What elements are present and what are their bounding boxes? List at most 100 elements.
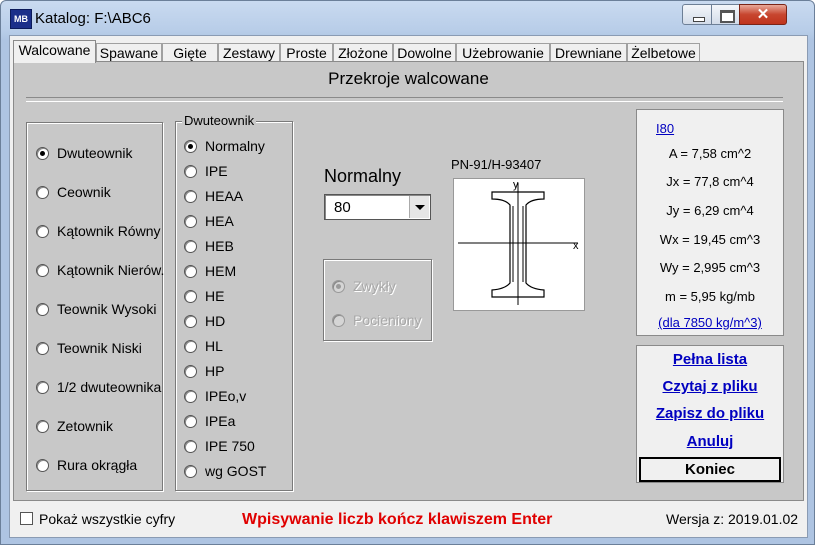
read-file-link[interactable]: Czytaj z pliku [637, 378, 783, 395]
section-type-label: Rura okrągła [57, 457, 138, 473]
radio-button[interactable] [36, 263, 49, 277]
dwuteownik-option[interactable]: HEAA [184, 188, 243, 204]
app-window: MB Katalog: F:\ABC6 ✕ Walcowane Spawane … [0, 0, 815, 545]
tab-giete[interactable]: Gięte [162, 43, 218, 62]
radio-button[interactable] [184, 239, 197, 253]
tab-proste[interactable]: Proste [280, 43, 333, 62]
dwuteownik-label: Normalny [205, 138, 265, 154]
radio-button[interactable] [184, 439, 197, 453]
radio-button[interactable] [36, 419, 49, 433]
show-all-digits-label[interactable]: Pokaż wszystkie cyfry [39, 511, 175, 527]
variant-option: Pocieniony [332, 312, 422, 328]
dwuteownik-option[interactable]: HE [184, 288, 224, 304]
tab-zestawy[interactable]: Zestawy [218, 43, 280, 62]
cancel-link[interactable]: Anuluj [637, 433, 783, 450]
section-type-label: Kątownik Równy [57, 223, 161, 239]
dwuteownik-label: IPE [205, 163, 228, 179]
full-list-link[interactable]: Pełna lista [637, 351, 783, 368]
tab-uzebrowanie[interactable]: Użebrowanie [456, 43, 550, 62]
section-type-label: 1/2 dwuteownika [57, 379, 162, 395]
tab-drewniane[interactable]: Drewniane [550, 43, 627, 62]
prop-jy: Jy = 6,29 cm^4 [666, 203, 754, 218]
dwuteownik-option[interactable]: HD [184, 313, 225, 329]
radio-button[interactable] [184, 189, 197, 203]
minimize-button[interactable] [682, 4, 712, 25]
prop-area: A = 7,58 cm^2 [668, 146, 752, 161]
dwuteownik-label: IPE 750 [205, 438, 255, 454]
section-type-label: Kątownik Nierów. [57, 262, 165, 278]
dwuteownik-option[interactable]: HEB [184, 238, 234, 254]
dwuteownik-label: HP [205, 363, 225, 379]
section-type-label: Teownik Niski [57, 340, 142, 356]
panel-title: Przekroje walcowane [328, 69, 489, 88]
dwuteownik-group-label: Dwuteownik [182, 113, 257, 128]
dwuteownik-option[interactable]: IPE [184, 163, 228, 179]
close-button[interactable]: ✕ [739, 4, 787, 25]
maximize-button[interactable] [711, 4, 740, 25]
radio-button[interactable] [36, 185, 49, 199]
dwuteownik-label: HEM [205, 263, 237, 279]
section-type-label: Teownik Wysoki [57, 301, 157, 317]
dwuteownik-option[interactable]: Normalny [184, 138, 265, 154]
diagram-y-label: y [513, 179, 519, 191]
section-type-option[interactable]: Dwuteownik [36, 145, 132, 161]
section-type-option[interactable]: Rura okrągła [36, 457, 137, 473]
density-link[interactable]: (dla 7850 kg/m^3) [637, 315, 783, 330]
tab-zelbetowe[interactable]: Żelbetowe [627, 43, 700, 62]
title-bar[interactable]: MB Katalog: F:\ABC6 ✕ [1, 1, 816, 35]
dwuteownik-label: HL [205, 338, 223, 354]
dwuteownik-option[interactable]: IPEa [184, 413, 235, 429]
section-type-option[interactable]: 1/2 dwuteownika [36, 379, 161, 395]
radio-button[interactable] [184, 389, 197, 403]
tab-spawane[interactable]: Spawane [96, 43, 162, 62]
section-type-option[interactable]: Ceownik [36, 184, 111, 200]
dwuteownik-label: HEAA [205, 188, 244, 204]
radio-button[interactable] [184, 289, 197, 303]
section-type-label: Zetownik [57, 418, 114, 434]
radio-button[interactable] [36, 224, 49, 238]
radio-button[interactable] [36, 341, 49, 355]
radio-button[interactable] [184, 364, 197, 378]
i-beam-icon: y x [458, 179, 579, 305]
radio-button[interactable] [184, 264, 197, 278]
chevron-down-icon[interactable] [409, 196, 429, 218]
show-all-digits-checkbox[interactable] [20, 512, 33, 525]
section-type-label: Ceownik [57, 184, 111, 200]
tab-dowolne[interactable]: Dowolne [393, 43, 456, 62]
size-select[interactable]: 80 [324, 194, 431, 220]
dwuteownik-option[interactable]: IPEo,v [184, 388, 246, 404]
radio-button[interactable] [36, 458, 49, 472]
dwuteownik-option[interactable]: HEA [184, 213, 234, 229]
dwuteownik-option[interactable]: HEM [184, 263, 236, 279]
radio-button[interactable] [184, 164, 197, 178]
radio-button[interactable] [184, 339, 197, 353]
radio-button[interactable] [184, 314, 197, 328]
standard-label: PN-91/H-93407 [451, 157, 542, 172]
section-name-link[interactable]: I80 [656, 121, 674, 136]
section-type-option[interactable]: Kątownik Nierów. [36, 262, 164, 278]
section-type-option[interactable]: Teownik Wysoki [36, 301, 156, 317]
radio-button[interactable] [36, 380, 49, 394]
radio-button[interactable] [184, 464, 197, 478]
prop-wy: Wy = 2,995 cm^3 [659, 260, 761, 275]
radio-button[interactable] [36, 302, 49, 316]
tab-zlozone[interactable]: Złożone [333, 43, 393, 62]
variant-option: Zwykły [332, 278, 396, 294]
dwuteownik-option[interactable]: HL [184, 338, 223, 354]
section-type-option[interactable]: Kątownik Równy [36, 223, 161, 239]
dwuteownik-option[interactable]: IPE 750 [184, 438, 255, 454]
end-button[interactable]: Koniec [639, 457, 781, 482]
radio-button [332, 313, 345, 327]
radio-button[interactable] [184, 214, 197, 228]
section-diagram: y x [453, 178, 585, 311]
save-file-link[interactable]: Zapisz do pliku [637, 405, 783, 422]
radio-button[interactable] [36, 146, 49, 160]
radio-button[interactable] [184, 139, 197, 153]
tab-walcowane[interactable]: Walcowane [13, 40, 96, 63]
dwuteownik-option[interactable]: wg GOST [184, 463, 266, 479]
dwuteownik-option[interactable]: HP [184, 363, 224, 379]
radio-button[interactable] [184, 414, 197, 428]
section-type-option[interactable]: Zetownik [36, 418, 113, 434]
section-type-option[interactable]: Teownik Niski [36, 340, 142, 356]
dwuteownik-group: Dwuteownik Normalny IPE HEAA HEA HEB HEM HE HD H… [175, 113, 293, 491]
